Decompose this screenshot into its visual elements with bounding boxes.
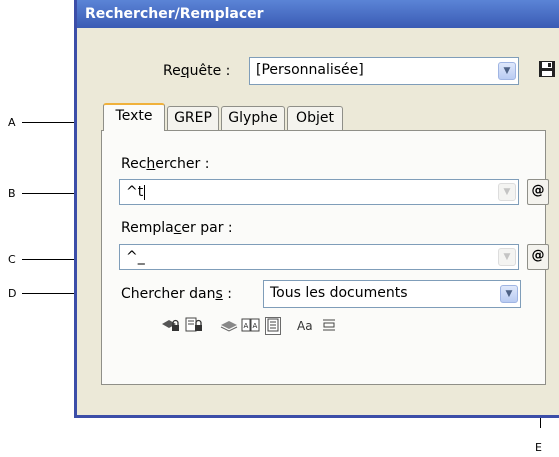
whole-word-icon[interactable] [321,317,337,339]
svg-text:A: A [253,322,258,330]
dialog-title: Rechercher/Remplacer [77,0,559,28]
search-scope-select[interactable]: Tous les documents ▼ [263,280,521,308]
tab-texte[interactable]: Texte [103,103,165,131]
chevron-down-icon[interactable]: ▼ [500,285,518,303]
include-footnotes-icon[interactable] [265,317,281,335]
callout-a: A [8,116,16,129]
tab-glyphe[interactable]: Glyphe [221,106,285,130]
at-sign-icon: @ [531,248,545,263]
text-cursor [144,184,146,200]
tab-grep[interactable]: GREP [167,106,219,130]
tab-objet[interactable]: Objet [287,106,343,130]
find-history-chevron-icon[interactable]: ▼ [498,183,516,201]
svg-text:A: A [244,322,249,330]
include-locked-stories-icon[interactable] [185,317,203,339]
replace-history-chevron-icon[interactable]: ▼ [498,248,516,266]
search-scope-label: Chercher dans : [121,286,232,302]
save-query-icon[interactable] [538,60,558,80]
find-special-characters-button[interactable]: @ [527,179,549,205]
case-sensitive-icon[interactable]: Aa [297,317,313,335]
replace-value: ^_ [126,249,145,265]
replace-special-characters-button[interactable]: @ [527,244,549,270]
include-locked-layers-icon[interactable] [161,317,181,339]
chevron-down-icon[interactable]: ▼ [498,62,516,80]
query-value: [Personnalisée] [256,62,364,78]
query-select[interactable]: [Personnalisée] ▼ [249,57,519,85]
at-sign-icon: @ [531,183,545,198]
callout-c: C [8,253,16,266]
callout-d: D [8,287,17,300]
callout-e: E [535,441,542,454]
find-replace-dialog: Rechercher/Remplacer Requête : [Personna… [74,0,559,418]
callout-b: B [8,187,16,200]
find-input[interactable]: ^t ▼ [119,179,519,205]
replace-input[interactable]: ^_ ▼ [119,244,519,270]
replace-label: Remplacer par : [121,220,233,236]
include-hidden-layers-icon[interactable] [219,317,239,339]
find-label: Rechercher : [121,156,210,172]
search-scope-value: Tous les documents [270,285,408,301]
include-master-pages-icon[interactable]: AA [241,317,261,339]
find-value: ^t [126,184,144,200]
query-label: Requête : [163,63,231,79]
